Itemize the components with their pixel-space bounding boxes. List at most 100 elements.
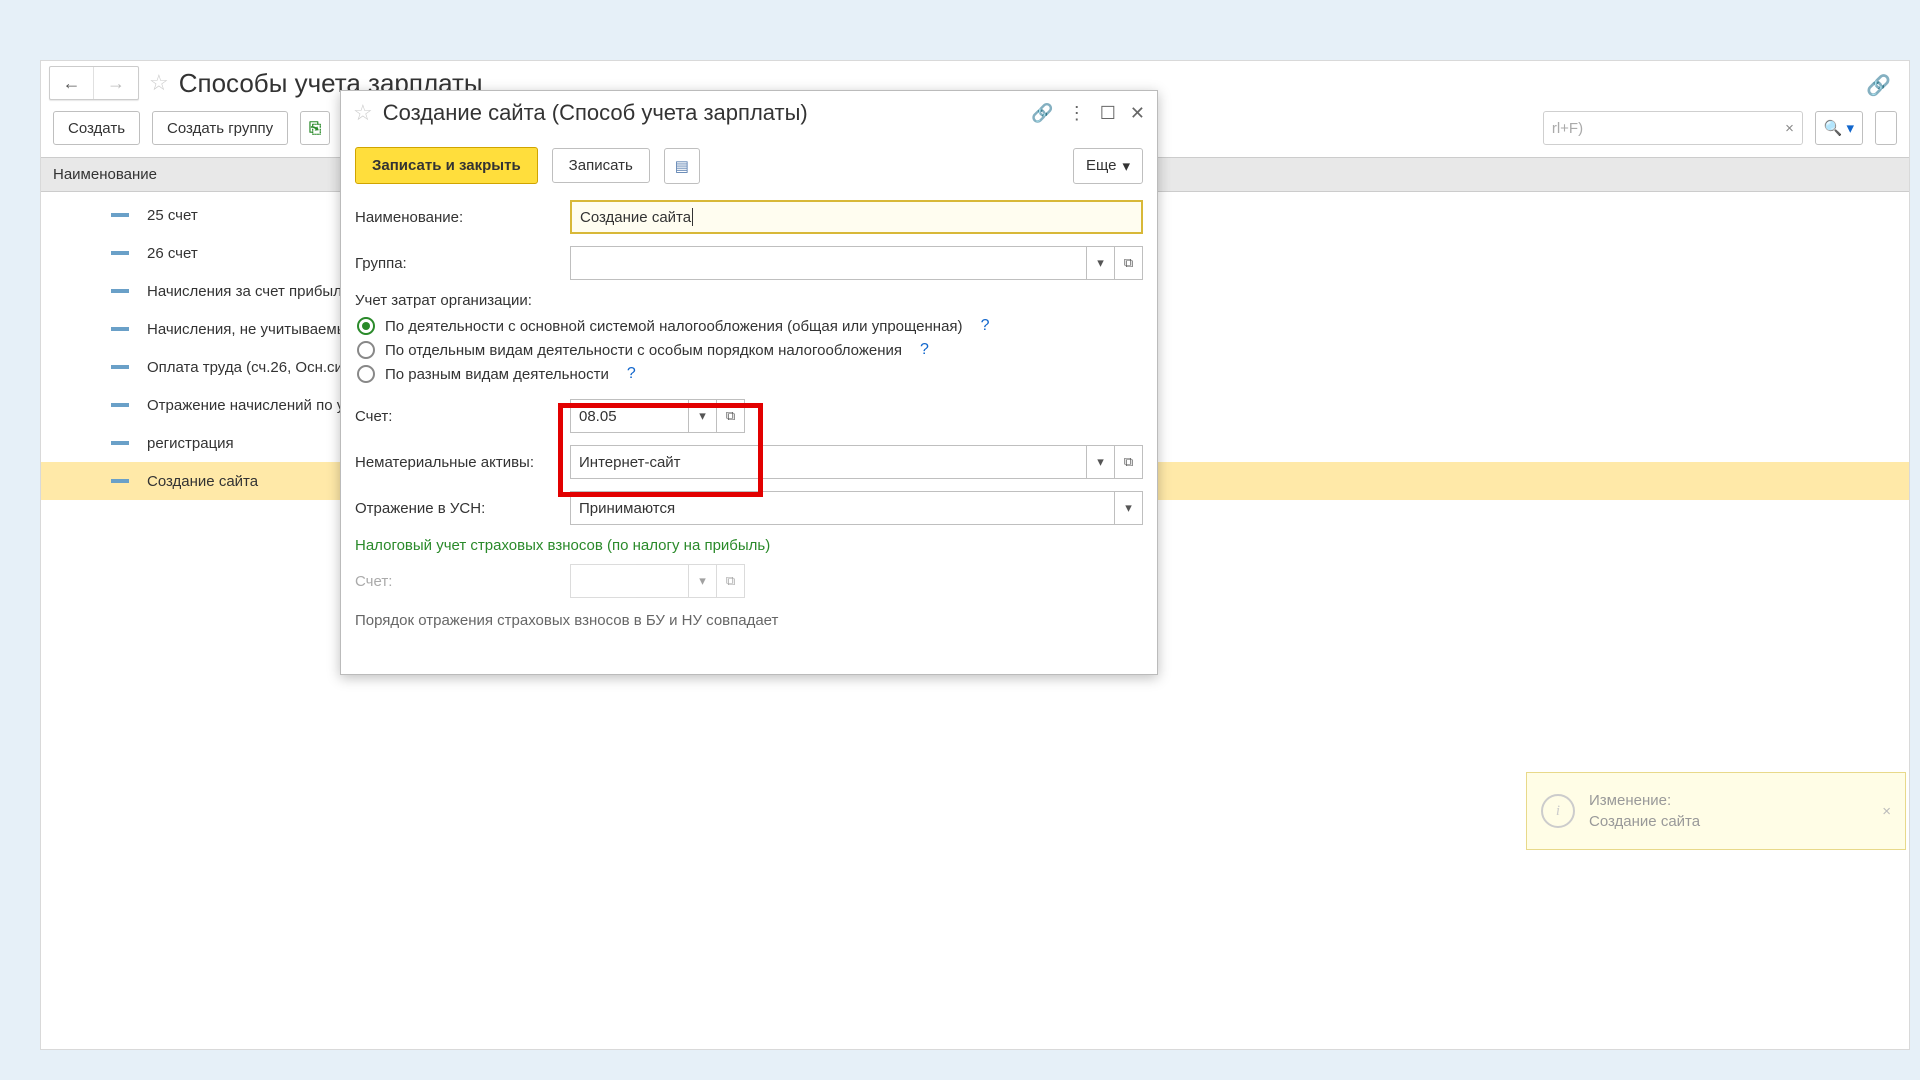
item-label: Начисления за счет прибыл (147, 283, 342, 300)
item-icon (111, 327, 129, 331)
asset-open-icon[interactable]: ⧉ (1115, 445, 1143, 479)
more-button[interactable]: Еще ▾ (1073, 148, 1143, 184)
order-note: Порядок отражения страховых взносов в БУ… (355, 612, 1143, 629)
asset-input[interactable]: Интернет-сайт ▾ ⧉ (570, 445, 1143, 479)
search-input[interactable]: rl+F) × (1543, 111, 1803, 145)
radio3-label: По разным видам деятельности (385, 366, 609, 383)
radio-icon-checked (357, 317, 375, 335)
dialog-body: Записать и закрыть Записать ▤ Еще ▾ Наим… (341, 135, 1157, 641)
group-input[interactable]: ▾ ⧉ (570, 246, 1143, 280)
item-label: Отражение начислений по у (147, 397, 344, 414)
favorite-star-icon[interactable]: ☆ (149, 70, 169, 96)
list-icon-button[interactable]: ▤ (664, 148, 700, 184)
text-cursor (692, 208, 693, 226)
item-icon (111, 251, 129, 255)
dialog-window: ☆ Создание сайта (Способ учета зарплаты)… (340, 90, 1158, 675)
search-placeholder: rl+F) (1552, 120, 1583, 137)
dialog-maximize-icon[interactable]: ☐ (1100, 103, 1116, 124)
search-button[interactable]: 🔍 ▾ (1815, 111, 1863, 145)
nav-forward-button[interactable]: → (94, 67, 138, 99)
usn-dropdown-icon[interactable]: ▾ (1115, 491, 1143, 525)
asset-label: Нематериальные активы: (355, 454, 570, 471)
help-icon[interactable]: ? (920, 341, 929, 359)
radio-main-taxation[interactable]: По деятельности с основной системой нало… (357, 317, 1143, 335)
extra-button[interactable] (1875, 111, 1897, 145)
more-label: Еще (1086, 157, 1117, 174)
nav-buttons: ← → (49, 66, 139, 100)
radio-different-activities[interactable]: По разным видам деятельности ? (357, 365, 1143, 383)
account-value[interactable]: 08.05 (570, 399, 689, 433)
link-icon[interactable]: 🔗 (1866, 73, 1891, 98)
plus-icon: ⎘ (309, 120, 321, 137)
info-icon: i (1541, 794, 1575, 828)
notification-close-icon[interactable]: × (1882, 803, 1891, 820)
group-label: Группа: (355, 255, 570, 272)
refresh-button[interactable]: ⎘ (300, 111, 330, 145)
save-button[interactable]: Записать (552, 148, 650, 183)
dialog-title: Создание сайта (Способ учета зарплаты) (383, 100, 808, 126)
item-icon (111, 403, 129, 407)
create-group-button[interactable]: Создать группу (152, 111, 288, 145)
group-open-icon[interactable]: ⧉ (1115, 246, 1143, 280)
chevron-down-icon: ▾ (1122, 157, 1130, 175)
item-label: 25 счет (147, 207, 198, 224)
name-row: Наименование: Создание сайта (355, 200, 1143, 234)
tax-account-open-icon: ⧉ (717, 564, 745, 598)
item-icon (111, 213, 129, 217)
usn-label: Отражение в УСН: (355, 500, 570, 517)
dialog-close-icon[interactable]: ✕ (1130, 103, 1145, 124)
group-row: Группа: ▾ ⧉ (355, 246, 1143, 280)
radio-special-taxation[interactable]: По отдельным видам деятельности с особым… (357, 341, 1143, 359)
tax-account-value (570, 564, 689, 598)
group-dropdown-icon[interactable]: ▾ (1087, 246, 1115, 280)
notification-text: Изменение: Создание сайта (1589, 792, 1700, 830)
save-close-button[interactable]: Записать и закрыть (355, 147, 538, 184)
dialog-toolbar: Записать и закрыть Записать ▤ Еще ▾ (355, 147, 1143, 184)
radio1-label: По деятельности с основной системой нало… (385, 318, 963, 335)
account-dropdown-icon[interactable]: ▾ (689, 399, 717, 433)
create-button[interactable]: Создать (53, 111, 140, 145)
dialog-star-icon[interactable]: ☆ (353, 100, 373, 126)
usn-value[interactable]: Принимаются (570, 491, 1115, 525)
radio-icon (357, 341, 375, 359)
asset-value[interactable]: Интернет-сайт (570, 445, 1087, 479)
help-icon[interactable]: ? (627, 365, 636, 383)
item-icon (111, 441, 129, 445)
notification-title: Изменение: (1589, 792, 1700, 809)
account-input[interactable]: 08.05 ▾ ⧉ (570, 399, 745, 433)
account-row: Счет: 08.05 ▾ ⧉ (355, 399, 1143, 433)
tax-accounting-link[interactable]: Налоговый учет страховых взносов (по нал… (355, 537, 1143, 554)
asset-row: Нематериальные активы: Интернет-сайт ▾ ⧉ (355, 445, 1143, 479)
radio2-label: По отдельным видам деятельности с особым… (385, 342, 902, 359)
asset-dropdown-icon[interactable]: ▾ (1087, 445, 1115, 479)
account-open-icon[interactable]: ⧉ (717, 399, 745, 433)
account-label: Счет: (355, 408, 570, 425)
group-value[interactable] (570, 246, 1087, 280)
help-icon[interactable]: ? (981, 317, 990, 335)
notification-toast[interactable]: i Изменение: Создание сайта × (1526, 772, 1906, 850)
dialog-menu-icon[interactable]: ⋮ (1068, 103, 1086, 124)
tax-account-row: Счет: ▾ ⧉ (355, 564, 1143, 598)
item-label: Создание сайта (147, 473, 258, 490)
usn-input[interactable]: Принимаются ▾ (570, 491, 1143, 525)
item-label: 26 счет (147, 245, 198, 262)
usn-row: Отражение в УСН: Принимаются ▾ (355, 491, 1143, 525)
name-label: Наименование: (355, 209, 570, 226)
item-icon (111, 289, 129, 293)
radio-icon (357, 365, 375, 383)
dialog-window-controls: 🔗 ⋮ ☐ ✕ (1031, 103, 1145, 124)
tax-account-dropdown-icon: ▾ (689, 564, 717, 598)
item-label: Начисления, не учитываемы (147, 321, 347, 338)
name-value: Создание сайта (580, 209, 691, 226)
search-clear-icon[interactable]: × (1785, 120, 1794, 137)
dialog-header: ☆ Создание сайта (Способ учета зарплаты)… (341, 91, 1157, 135)
item-icon (111, 365, 129, 369)
item-label: регистрация (147, 435, 234, 452)
tax-account-input: ▾ ⧉ (570, 564, 745, 598)
dialog-link-icon[interactable]: 🔗 (1031, 103, 1053, 124)
name-input[interactable]: Создание сайта (570, 200, 1143, 234)
cost-section-title: Учет затрат организации: (355, 292, 1143, 309)
item-icon (111, 479, 129, 483)
item-label: Оплата труда (сч.26, Осн.си (147, 359, 343, 376)
nav-back-button[interactable]: ← (50, 67, 94, 99)
